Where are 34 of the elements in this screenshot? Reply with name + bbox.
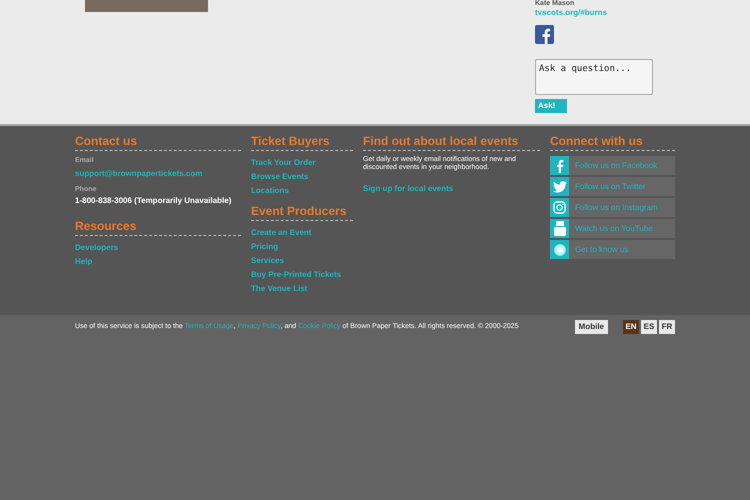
social-link[interactable]: Follow us on Instagram bbox=[550, 198, 675, 217]
footer-link[interactable]: Track Your Order bbox=[251, 156, 316, 170]
social-link[interactable]: Follow us on Twitter bbox=[550, 177, 675, 196]
question-field[interactable]: Ask a question... bbox=[535, 59, 653, 95]
language-button[interactable]: ES bbox=[641, 320, 657, 334]
camera-icon bbox=[553, 201, 566, 214]
section-heading: Ticket Buyers bbox=[251, 134, 330, 148]
section-heading: Event Producers bbox=[251, 204, 348, 218]
ask-button[interactable]: Ask! bbox=[535, 99, 567, 113]
facebook-icon[interactable] bbox=[535, 25, 554, 44]
section-heading: Contact us bbox=[75, 134, 138, 148]
footer-link[interactable]: Pricing bbox=[251, 240, 278, 254]
section-heading: Resources bbox=[75, 219, 138, 233]
language-button[interactable]: FR bbox=[659, 320, 675, 334]
section-heading: Find out about local events bbox=[363, 134, 520, 148]
footer-link[interactable]: Buy Pre-Printed Tickets bbox=[251, 268, 342, 282]
footer-link[interactable]: Services bbox=[251, 254, 284, 268]
mobile-button[interactable]: Mobile bbox=[574, 320, 608, 334]
social-link[interactable]: Get to know us bbox=[550, 240, 675, 259]
footer-link[interactable]: Developers bbox=[75, 241, 118, 255]
section-heading: Connect with us bbox=[550, 134, 644, 148]
footer-link[interactable]: The Venue List bbox=[251, 282, 308, 296]
language-button[interactable]: EN bbox=[623, 320, 639, 334]
footer-link[interactable]: Help bbox=[75, 255, 92, 269]
bird-icon bbox=[552, 180, 566, 192]
footer-link[interactable]: Create an Event bbox=[251, 226, 312, 240]
footer-link[interactable]: support@brownpapertickets.com bbox=[75, 166, 202, 180]
organizer-link[interactable]: tvscots.org/#burns bbox=[535, 8, 608, 18]
social-link[interactable]: Watch us on YouTube bbox=[550, 219, 675, 238]
phone-number: 1-800-838-3006 (Temporarily Unavailable) bbox=[75, 195, 232, 207]
footer-link[interactable]: Locations bbox=[251, 184, 289, 198]
social-link[interactable]: Follow us on Facebook bbox=[550, 156, 675, 175]
footer-link[interactable]: Browse Events bbox=[251, 170, 308, 184]
footer-link[interactable]: Sign up for local events bbox=[363, 182, 454, 196]
